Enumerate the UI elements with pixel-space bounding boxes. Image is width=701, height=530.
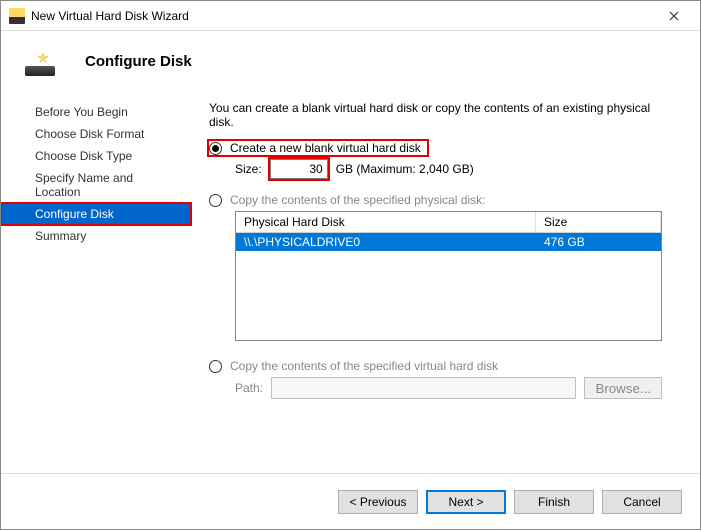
path-row: Path: Browse...: [235, 377, 662, 399]
col-size[interactable]: Size: [536, 212, 661, 232]
cell-size: 476 GB: [536, 233, 661, 251]
wizard-body: Before You BeginChoose Disk FormatChoose…: [1, 91, 700, 473]
option-create-blank-label: Create a new blank virtual hard disk: [230, 141, 421, 155]
path-label: Path:: [235, 381, 263, 395]
col-physical-disk[interactable]: Physical Hard Disk: [236, 212, 536, 232]
step-summary[interactable]: Summary: [1, 225, 191, 247]
radio-create-blank[interactable]: [209, 142, 222, 155]
table-header: Physical Hard Disk Size: [236, 212, 661, 233]
close-icon: [669, 11, 679, 21]
option-create-blank[interactable]: Create a new blank virtual hard disk: [209, 141, 427, 155]
cell-disk: \\.\PHYSICALDRIVE0: [236, 233, 536, 251]
option-copy-virtual[interactable]: Copy the contents of the specified virtu…: [209, 359, 662, 373]
browse-button: Browse...: [584, 377, 662, 399]
radio-copy-virtual[interactable]: [209, 360, 222, 373]
titlebar: New Virtual Hard Disk Wizard: [1, 1, 700, 31]
physical-disk-table[interactable]: Physical Hard Disk Size \\.\PHYSICALDRIV…: [235, 211, 662, 341]
window-title: New Virtual Hard Disk Wizard: [31, 9, 652, 23]
page-title: Configure Disk: [85, 53, 192, 70]
content-pane: You can create a blank virtual hard disk…: [191, 91, 700, 473]
option-copy-physical[interactable]: Copy the contents of the specified physi…: [209, 193, 662, 207]
close-button[interactable]: [652, 2, 696, 30]
step-choose-disk-type[interactable]: Choose Disk Type: [1, 145, 191, 167]
cancel-button[interactable]: Cancel: [602, 490, 682, 514]
finish-button[interactable]: Finish: [514, 490, 594, 514]
step-specify-name-and-location[interactable]: Specify Name and Location: [1, 167, 191, 203]
size-suffix: GB (Maximum: 2,040 GB): [336, 162, 474, 176]
app-icon: [9, 8, 25, 24]
step-choose-disk-format[interactable]: Choose Disk Format: [1, 123, 191, 145]
next-button[interactable]: Next >: [426, 490, 506, 514]
wizard-icon: [25, 46, 55, 76]
step-list: Before You BeginChoose Disk FormatChoose…: [1, 91, 191, 473]
radio-copy-physical[interactable]: [209, 194, 222, 207]
button-row: < Previous Next > Finish Cancel: [1, 473, 700, 529]
previous-button[interactable]: < Previous: [338, 490, 418, 514]
step-before-you-begin[interactable]: Before You Begin: [1, 101, 191, 123]
wizard-window: New Virtual Hard Disk Wizard Configure D…: [0, 0, 701, 530]
wizard-header: Configure Disk: [1, 31, 700, 91]
table-row[interactable]: \\.\PHYSICALDRIVE0476 GB: [236, 233, 661, 251]
option-copy-physical-label: Copy the contents of the specified physi…: [230, 193, 485, 207]
step-configure-disk[interactable]: Configure Disk: [1, 203, 191, 225]
size-label: Size:: [235, 162, 262, 176]
intro-text: You can create a blank virtual hard disk…: [209, 101, 662, 129]
option-copy-virtual-label: Copy the contents of the specified virtu…: [230, 359, 498, 373]
path-input: [271, 377, 576, 399]
size-input[interactable]: [270, 159, 328, 179]
size-row: Size: GB (Maximum: 2,040 GB): [235, 159, 662, 179]
